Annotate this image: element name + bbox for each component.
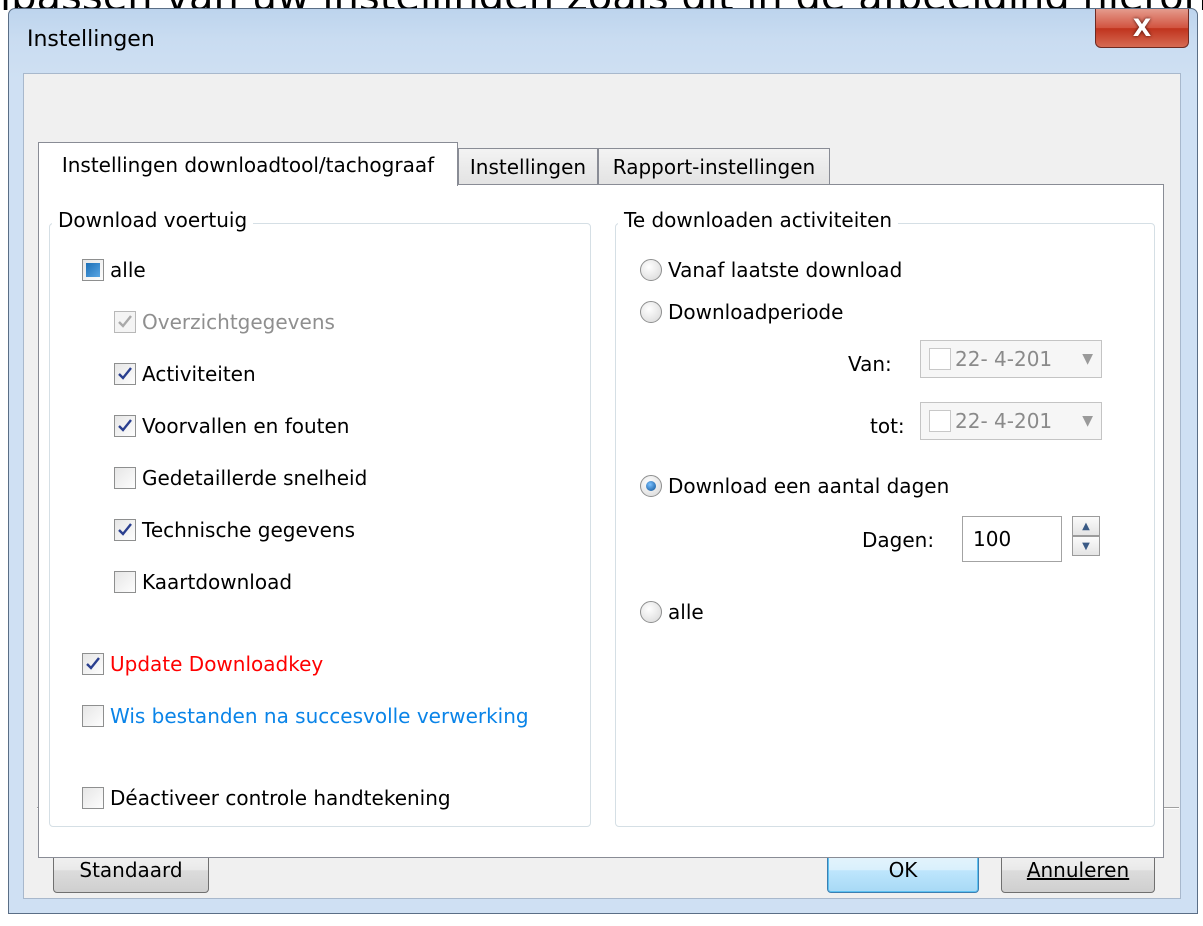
date-tot[interactable]: 22- 4-201 ▼ bbox=[920, 402, 1102, 440]
checkmark-icon bbox=[82, 653, 104, 675]
tab-rapport-label: Rapport-instellingen bbox=[612, 154, 816, 179]
checkbox-activiteiten[interactable]: Activiteiten bbox=[114, 362, 256, 386]
tab-instellingen[interactable]: Instellingen bbox=[458, 148, 598, 184]
checkbox-alle-label: alle bbox=[110, 258, 146, 282]
checkbox-overzichtgegevens[interactable]: Overzichtgegevens bbox=[114, 310, 335, 334]
radio-vanaf-laatste-label: Vanaf laatste download bbox=[668, 258, 903, 282]
group-te-downloaden: Te downloaden activiteiten Vanaf laatste… bbox=[615, 208, 1155, 827]
checkbox-kaartdownload[interactable]: Kaartdownload bbox=[114, 570, 292, 594]
checkmark-icon bbox=[114, 311, 136, 333]
checkmark-icon bbox=[114, 519, 136, 541]
checkbox-empty-icon bbox=[114, 467, 136, 489]
dropdown-arrow-icon: ▼ bbox=[1082, 351, 1093, 367]
radio-downloadperiode-label: Downloadperiode bbox=[668, 300, 844, 324]
checkbox-alle[interactable]: alle bbox=[82, 258, 146, 282]
checkbox-empty-icon bbox=[82, 705, 104, 727]
radio-selected-icon bbox=[640, 475, 662, 497]
checkmark-icon bbox=[114, 415, 136, 437]
close-icon: X bbox=[1132, 14, 1152, 42]
date-tot-value: 22- 4-201 bbox=[955, 409, 1053, 433]
checkbox-voorvallen-label: Voorvallen en fouten bbox=[142, 414, 350, 438]
radio-empty-icon bbox=[640, 601, 662, 623]
checkbox-technische-label: Technische gegevens bbox=[142, 518, 356, 542]
group-te-downloaden-label: Te downloaden activiteiten bbox=[618, 208, 899, 232]
checkbox-snelheid[interactable]: Gedetaillerde snelheid bbox=[114, 466, 367, 490]
radio-empty-icon bbox=[640, 301, 662, 323]
dagen-input[interactable]: 100 bbox=[962, 516, 1062, 562]
radio-empty-icon bbox=[640, 259, 662, 281]
radio-alle-label: alle bbox=[668, 600, 704, 624]
checkbox-indeterminate-icon bbox=[82, 259, 104, 281]
tab-panel: Download voertuig alle Overzichtgegevens bbox=[38, 184, 1164, 858]
van-label: Van: bbox=[848, 352, 892, 376]
checkbox-empty-icon bbox=[114, 571, 136, 593]
radio-aantal-dagen-label: Download een aantal dagen bbox=[668, 474, 950, 498]
group-download-voertuig: Download voertuig alle Overzichtgegevens bbox=[49, 208, 591, 827]
annuleren-label: Annuleren bbox=[1026, 858, 1130, 882]
tot-label: tot: bbox=[870, 414, 905, 438]
group-download-voertuig-label: Download voertuig bbox=[52, 208, 254, 232]
date-checkbox-icon bbox=[929, 410, 951, 432]
settings-dialog: Instellingen X Instellingen downloadtool… bbox=[8, 8, 1198, 914]
checkbox-empty-icon bbox=[82, 787, 104, 809]
checkbox-technische-gegevens[interactable]: Technische gegevens bbox=[114, 518, 355, 542]
checkbox-wis-bestanden-label: Wis bestanden na succesvolle verwerking bbox=[110, 704, 529, 728]
checkbox-deactiveer-label: Déactiveer controle handtekening bbox=[110, 786, 451, 810]
dialog-title: Instellingen bbox=[27, 27, 155, 52]
checkbox-kaartdownload-label: Kaartdownload bbox=[142, 570, 293, 594]
dagen-spinner[interactable]: ▲ ▼ bbox=[1072, 516, 1100, 556]
date-van-value: 22- 4-201 bbox=[955, 347, 1053, 371]
radio-downloadperiode[interactable]: Downloadperiode bbox=[640, 300, 843, 324]
checkmark-icon bbox=[114, 363, 136, 385]
checkbox-voorvallen[interactable]: Voorvallen en fouten bbox=[114, 414, 349, 438]
radio-aantal-dagen[interactable]: Download een aantal dagen bbox=[640, 474, 949, 498]
close-button[interactable]: X bbox=[1095, 9, 1189, 48]
checkbox-wis-bestanden[interactable]: Wis bestanden na succesvolle verwerking bbox=[82, 704, 529, 728]
date-checkbox-icon bbox=[929, 348, 951, 370]
dagen-label: Dagen: bbox=[862, 528, 935, 552]
date-van[interactable]: 22- 4-201 ▼ bbox=[920, 340, 1102, 378]
checkbox-update-downloadkey[interactable]: Update Downloadkey bbox=[82, 652, 323, 676]
checkbox-update-downloadkey-label: Update Downloadkey bbox=[110, 652, 324, 676]
radio-alle[interactable]: alle bbox=[640, 600, 704, 624]
checkbox-snelheid-label: Gedetaillerde snelheid bbox=[142, 466, 368, 490]
checkbox-deactiveer-controle[interactable]: Déactiveer controle handtekening bbox=[82, 786, 451, 810]
ok-label: OK bbox=[888, 858, 918, 882]
tab-rapport-instellingen[interactable]: Rapport-instellingen bbox=[598, 148, 830, 184]
tab-downloadtool-label: Instellingen downloadtool/tachograaf bbox=[61, 152, 435, 177]
dropdown-arrow-icon: ▼ bbox=[1082, 413, 1093, 429]
dialog-client-area: Instellingen downloadtool/tachograaf Ins… bbox=[23, 73, 1181, 899]
tab-downloadtool[interactable]: Instellingen downloadtool/tachograaf bbox=[38, 142, 458, 186]
checkbox-activiteiten-label: Activiteiten bbox=[142, 362, 256, 386]
spin-down-icon[interactable]: ▼ bbox=[1072, 536, 1100, 556]
tab-instellingen-label: Instellingen bbox=[469, 154, 587, 179]
checkbox-overzichtgegevens-label: Overzichtgegevens bbox=[142, 310, 335, 334]
standaard-label: Standaard bbox=[79, 858, 183, 882]
spin-up-icon[interactable]: ▲ bbox=[1072, 516, 1100, 536]
radio-vanaf-laatste[interactable]: Vanaf laatste download bbox=[640, 258, 902, 282]
